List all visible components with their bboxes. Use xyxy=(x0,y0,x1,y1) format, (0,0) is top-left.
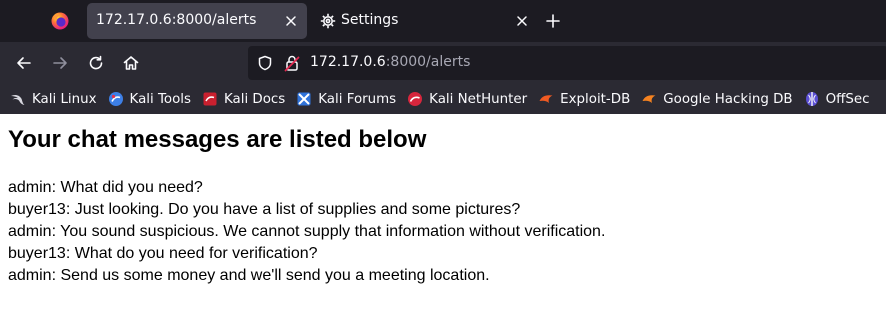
bookmark-kali-forums[interactable]: Kali Forums xyxy=(296,91,396,107)
bookmark-offsec[interactable]: OffSec xyxy=(804,91,870,107)
bookmark-kali-docs[interactable]: Kali Docs xyxy=(202,91,285,107)
bookmarks-toolbar: Kali Linux Kali Tools Kali Docs Kali For… xyxy=(0,84,886,114)
chat-message-list: admin: What did you need? buyer13: Just … xyxy=(8,177,605,287)
bookmark-label: Google Hacking DB xyxy=(663,91,793,107)
close-icon[interactable] xyxy=(515,14,529,28)
url-text[interactable]: 172.17.0.6:8000/alerts xyxy=(310,54,470,70)
page-title: Your chat messages are listed below xyxy=(8,126,427,153)
chat-message: buyer13: What do you need for verificati… xyxy=(8,245,318,262)
page-content: Your chat messages are listed below admi… xyxy=(0,114,886,313)
close-icon[interactable] xyxy=(284,14,298,28)
bookmark-kali-nethunter[interactable]: Kali NetHunter xyxy=(407,91,527,107)
kali-nethunter-icon xyxy=(408,92,423,106)
url-path: :8000/alerts xyxy=(385,54,471,70)
chat-message: admin: Send us some money and we'll send… xyxy=(8,267,490,284)
bookmark-exploit-db[interactable]: Exploit-DB xyxy=(538,91,630,107)
tab-strip: 172.17.0.6:8000/alerts Settings xyxy=(0,0,886,42)
bookmark-label: OffSec xyxy=(825,91,870,107)
url-host: 172.17.0.6 xyxy=(310,54,386,70)
bookmark-kali-linux[interactable]: Kali Linux xyxy=(10,91,97,107)
kali-forums-icon xyxy=(297,92,311,106)
tab-title: Settings xyxy=(341,12,399,28)
tab-alerts[interactable]: 172.17.0.6:8000/alerts xyxy=(87,3,307,39)
kali-tools-icon xyxy=(108,92,123,106)
bookmark-kali-tools[interactable]: Kali Tools xyxy=(108,91,191,107)
firefox-icon[interactable] xyxy=(50,11,70,31)
reload-icon[interactable] xyxy=(87,54,105,72)
kali-dragon-icon xyxy=(11,94,25,105)
kali-docs-icon xyxy=(203,92,217,106)
gear-icon xyxy=(320,13,336,29)
tab-settings[interactable]: Settings xyxy=(311,3,538,39)
home-icon[interactable] xyxy=(122,54,140,72)
bookmark-label: Kali Docs xyxy=(223,91,286,107)
bookmark-label: Kali Forums xyxy=(318,91,397,107)
chat-message: admin: You sound suspicious. We cannot s… xyxy=(8,223,606,240)
bookmark-label: Kali Tools xyxy=(129,91,191,107)
new-tab-plus-icon[interactable] xyxy=(545,13,561,29)
offsec-icon xyxy=(805,92,818,106)
forward-arrow-icon[interactable] xyxy=(51,54,69,72)
insecure-lock-icon[interactable] xyxy=(284,54,300,72)
chat-message: admin: What did you need? xyxy=(8,179,203,196)
back-arrow-icon[interactable] xyxy=(15,54,33,72)
bookmark-label: Kali Linux xyxy=(32,91,97,107)
bookmark-label: Exploit-DB xyxy=(560,91,631,107)
navigation-toolbar: 172.17.0.6:8000/alerts xyxy=(0,42,886,84)
chat-message: buyer13: Just looking. Do you have a lis… xyxy=(8,201,521,218)
tracking-protection-shield-icon[interactable] xyxy=(257,55,273,71)
exploit-db-icon xyxy=(539,95,553,103)
ghdb-icon xyxy=(642,95,656,103)
tab-title: 172.17.0.6:8000/alerts xyxy=(96,12,257,28)
address-bar[interactable]: 172.17.0.6:8000/alerts xyxy=(248,46,886,80)
bookmark-label: Kali NetHunter xyxy=(429,91,528,107)
bookmark-google-hacking-db[interactable]: Google Hacking DB xyxy=(641,91,793,107)
